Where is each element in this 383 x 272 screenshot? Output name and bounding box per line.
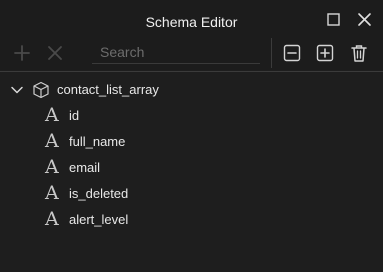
tree-root-row[interactable]: contact_list_array — [0, 76, 383, 102]
remove-button[interactable] — [45, 43, 65, 63]
field-label: full_name — [69, 134, 126, 149]
field-row-id[interactable]: A id — [0, 102, 383, 128]
plus-icon — [14, 45, 30, 61]
add-button[interactable] — [12, 43, 32, 63]
field-row-is-deleted[interactable]: A is_deleted — [0, 180, 383, 206]
x-icon — [358, 13, 371, 26]
cube-icon — [33, 81, 49, 99]
toolbar-divider — [271, 38, 272, 68]
field-row-alert-level[interactable]: A alert_level — [0, 206, 383, 232]
plus-box-icon — [316, 44, 334, 62]
font-a-icon: A — [45, 156, 59, 178]
close-button[interactable] — [355, 10, 375, 30]
field-label: is_deleted — [69, 186, 129, 201]
tree-root-label: contact_list_array — [57, 82, 159, 97]
font-a-icon: A — [45, 182, 59, 204]
x-icon — [48, 46, 62, 60]
minus-box-icon — [283, 44, 301, 62]
collapse-all-button[interactable] — [282, 43, 302, 63]
square-icon — [327, 13, 340, 26]
expand-all-button[interactable] — [315, 43, 335, 63]
search-input[interactable] — [92, 40, 260, 63]
field-label: email — [69, 160, 101, 175]
schema-editor-window: Schema Editor Search contact_list_array … — [0, 0, 383, 272]
delete-button[interactable] — [349, 43, 369, 63]
title-bar: Schema Editor — [0, 0, 383, 36]
field-row-full-name[interactable]: A full_name — [0, 128, 383, 154]
field-label: id — [69, 108, 80, 123]
trash-icon — [351, 45, 367, 62]
maximize-button[interactable] — [324, 10, 344, 30]
font-a-icon: A — [45, 104, 59, 126]
schema-tree: contact_list_array A id A full_name A em… — [0, 72, 383, 272]
chevron-down-icon[interactable] — [10, 83, 24, 97]
field-label: alert_level — [69, 212, 129, 227]
search-field[interactable] — [92, 40, 260, 64]
font-a-icon: A — [45, 208, 59, 230]
field-row-email[interactable]: A email — [0, 154, 383, 180]
font-a-icon: A — [45, 130, 59, 152]
